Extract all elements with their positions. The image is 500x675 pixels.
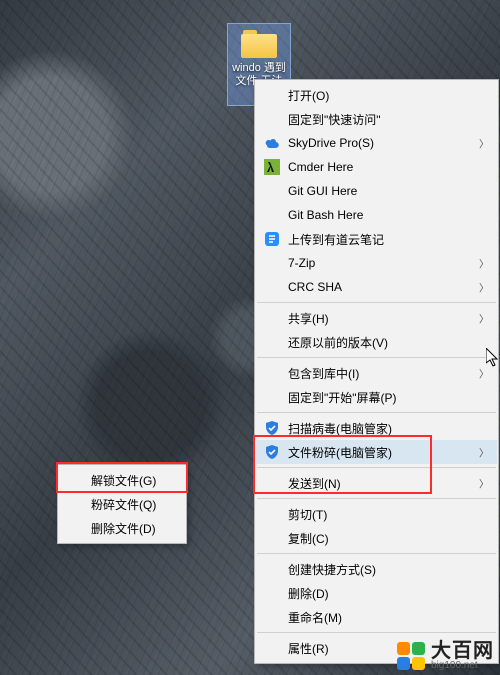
menu-item-label: 重命名(M): [288, 609, 475, 626]
menu-item-label: 固定到"快速访问": [288, 111, 475, 128]
menu-item-upload-youdao[interactable]: 上传到有道云笔记: [256, 227, 497, 251]
cursor-icon: [486, 348, 500, 368]
menu-item-restore-previous[interactable]: 还原以前的版本(V): [256, 330, 497, 354]
menu-separator: [257, 498, 496, 499]
menu-item-shred-file[interactable]: 粉碎文件(Q): [59, 492, 185, 516]
menu-item-file-shred[interactable]: 文件粉碎(电脑管家) 〉: [256, 440, 497, 464]
menu-item-label: SkyDrive Pro(S): [288, 136, 475, 150]
chevron-right-icon: 〉: [479, 476, 489, 491]
menu-item-share[interactable]: 共享(H) 〉: [256, 306, 497, 330]
menu-item-create-shortcut[interactable]: 创建快捷方式(S): [256, 557, 497, 581]
menu-item-cmder-here[interactable]: Cmder Here: [256, 155, 497, 179]
menu-item-label: 包含到库中(I): [288, 365, 475, 382]
watermark-logo-icon: [397, 642, 425, 670]
menu-item-label: 共享(H): [288, 310, 475, 327]
watermark-title: 大百网: [431, 641, 494, 661]
menu-separator: [257, 412, 496, 413]
chevron-right-icon: 〉: [479, 280, 489, 295]
menu-item-open[interactable]: 打开(O): [256, 83, 497, 107]
menu-item-label: 固定到"开始"屏幕(P): [288, 389, 475, 406]
menu-item-git-bash-here[interactable]: Git Bash Here: [256, 203, 497, 227]
menu-item-rename[interactable]: 重命名(M): [256, 605, 497, 629]
menu-item-label: 粉碎文件(Q): [91, 496, 163, 513]
menu-item-label: 创建快捷方式(S): [288, 561, 475, 578]
cloud-icon: [264, 135, 280, 151]
menu-item-label: Git Bash Here: [288, 208, 475, 222]
shield-icon: [264, 420, 280, 436]
menu-separator: [257, 467, 496, 468]
context-menu-right: 打开(O) 固定到"快速访问" SkyDrive Pro(S) 〉 Cmder Here…: [254, 79, 499, 664]
menu-item-label: 剪切(T): [288, 506, 475, 523]
desktop-background: windo 遇到 文件 无法 动 解锁文件(G)粉碎文件(Q)删除文件(D) 打…: [0, 0, 500, 675]
menu-item-crc-sha[interactable]: CRC SHA 〉: [256, 275, 497, 299]
shield-icon: [264, 444, 280, 460]
menu-item-delete[interactable]: 删除(D): [256, 581, 497, 605]
menu-item-label: 上传到有道云笔记: [288, 231, 475, 248]
menu-item-unlock-file[interactable]: 解锁文件(G): [59, 468, 185, 492]
menu-item-send-to[interactable]: 发送到(N) 〉: [256, 471, 497, 495]
menu-item-label: 发送到(N): [288, 475, 475, 492]
menu-item-label: 复制(C): [288, 530, 475, 547]
menu-item-label: 删除(D): [288, 585, 475, 602]
chevron-right-icon: 〉: [479, 445, 489, 460]
chevron-right-icon: 〉: [479, 136, 489, 151]
menu-item-pin-quick-access[interactable]: 固定到"快速访问": [256, 107, 497, 131]
chevron-right-icon: 〉: [479, 311, 489, 326]
menu-separator: [257, 553, 496, 554]
menu-item-label: 打开(O): [288, 87, 475, 104]
menu-item-label: 文件粉碎(电脑管家): [288, 444, 475, 461]
menu-item-pin-start[interactable]: 固定到"开始"屏幕(P): [256, 385, 497, 409]
menu-item-label: 还原以前的版本(V): [288, 334, 475, 351]
menu-item-copy[interactable]: 复制(C): [256, 526, 497, 550]
menu-item-label: 解锁文件(G): [91, 472, 163, 489]
watermark: 大百网 big100.net: [397, 641, 494, 671]
lambda-icon: [264, 159, 280, 175]
chevron-right-icon: 〉: [479, 256, 489, 271]
menu-item-label: 7-Zip: [288, 256, 475, 270]
menu-item-label: 扫描病毒(电脑管家): [288, 420, 475, 437]
menu-item-label: CRC SHA: [288, 280, 475, 294]
menu-separator: [257, 302, 496, 303]
menu-item-cut[interactable]: 剪切(T): [256, 502, 497, 526]
menu-item-label: Git GUI Here: [288, 184, 475, 198]
note-icon: [264, 231, 280, 247]
menu-item-label: 删除文件(D): [91, 520, 163, 537]
folder-icon: [239, 27, 279, 59]
menu-item-skydrive-pro[interactable]: SkyDrive Pro(S) 〉: [256, 131, 497, 155]
menu-separator: [257, 632, 496, 633]
menu-item-delete-file[interactable]: 删除文件(D): [59, 516, 185, 540]
watermark-domain: big100.net: [431, 661, 494, 671]
menu-separator: [257, 357, 496, 358]
menu-item-git-gui-here[interactable]: Git GUI Here: [256, 179, 497, 203]
menu-item-include-library[interactable]: 包含到库中(I)〉: [256, 361, 497, 385]
menu-item-scan-virus[interactable]: 扫描病毒(电脑管家): [256, 416, 497, 440]
menu-item-label: Cmder Here: [288, 160, 475, 174]
context-menu-left: 解锁文件(G) 粉碎文件(Q) 删除文件(D): [57, 464, 187, 544]
menu-item-seven-zip[interactable]: 7-Zip 〉: [256, 251, 497, 275]
